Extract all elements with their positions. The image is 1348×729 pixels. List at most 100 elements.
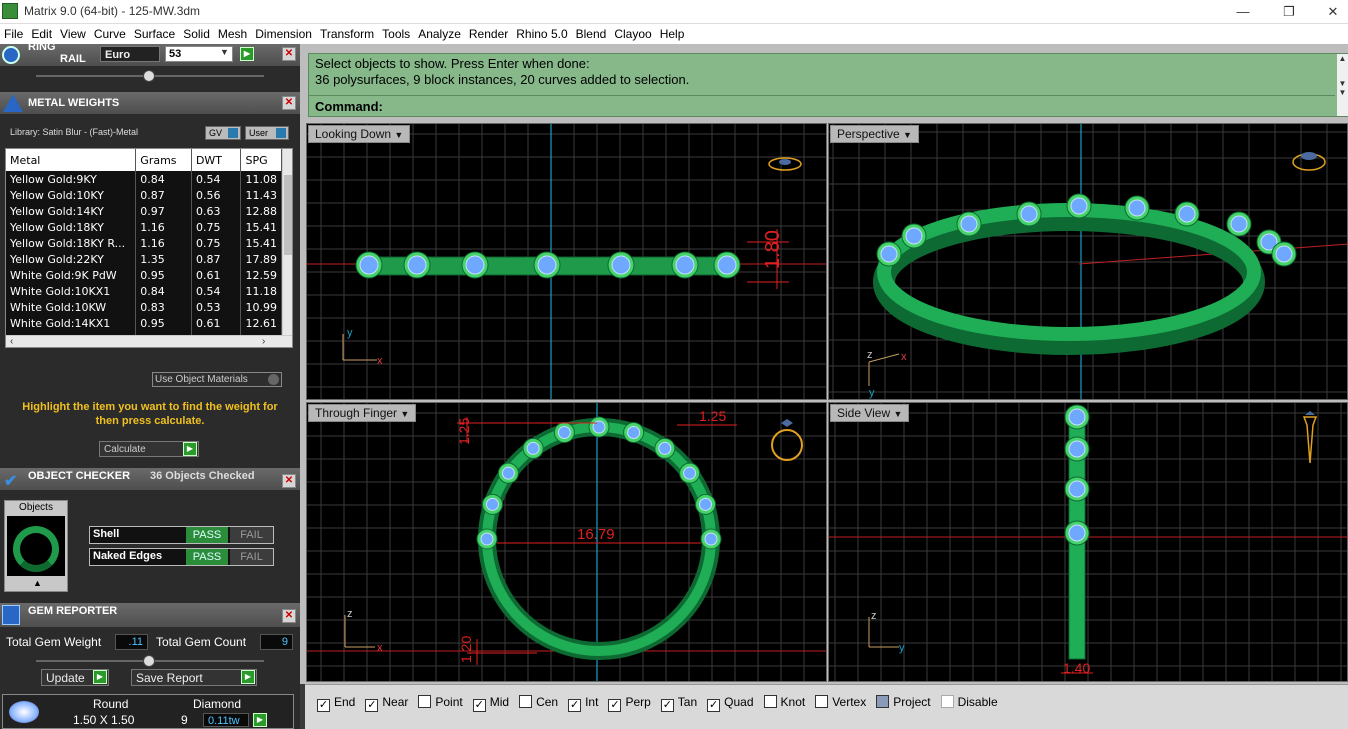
- close-gem-reporter-button[interactable]: ✕: [282, 609, 296, 623]
- snap-quad[interactable]: ✓ Quad: [707, 694, 754, 712]
- close-button[interactable]: ✕: [1310, 0, 1348, 24]
- snap-near[interactable]: ✓ Near: [365, 694, 408, 712]
- shell-fail-button[interactable]: FAIL: [230, 527, 273, 543]
- table-row[interactable]: Yellow Gold:14KY 0.97 0.63 12.88: [6, 203, 282, 219]
- viewport-through-finger[interactable]: 16.79 1.25 1.25 1.20 z x Through Finger …: [306, 402, 827, 682]
- close-metal-weights-button[interactable]: ✕: [282, 96, 296, 110]
- menu-blend[interactable]: Blend: [572, 24, 611, 44]
- checkbox-icon[interactable]: [815, 695, 829, 708]
- menu-dimension[interactable]: Dimension: [251, 24, 316, 44]
- chevron-left-icon[interactable]: ‹: [10, 336, 13, 347]
- close-object-checker-button[interactable]: ✕: [282, 474, 296, 488]
- naked-edges-fail-button[interactable]: FAIL: [230, 549, 273, 565]
- table-row[interactable]: White Gold:14KX1 0.95 0.61 12.61: [6, 315, 282, 331]
- scroll-thumb[interactable]: [284, 175, 292, 255]
- checkbox-icon[interactable]: [876, 695, 890, 708]
- menu-file[interactable]: File: [0, 24, 27, 44]
- gem-row[interactable]: Round 1.50 X 1.50 Diamond 9 0.11tw ▶: [2, 694, 294, 729]
- vertical-scrollbar[interactable]: [282, 149, 292, 335]
- command-prompt[interactable]: Command:: [315, 99, 383, 114]
- table-row[interactable]: Yellow Gold:22KY 1.35 0.87 17.89: [6, 251, 282, 267]
- table-row[interactable]: White Gold:10KX1 0.84 0.54 11.18: [6, 283, 282, 299]
- checkbox-icon[interactable]: [418, 695, 432, 708]
- checkbox-icon[interactable]: [940, 695, 954, 708]
- chevron-up-icon[interactable]: ▲: [33, 578, 42, 588]
- naked-edges-pass-button[interactable]: PASS: [186, 549, 228, 565]
- snap-cen[interactable]: Cen: [519, 694, 558, 710]
- viewport-label-through-finger[interactable]: Through Finger ▼: [308, 404, 417, 422]
- objects-preview[interactable]: Objects ▲: [4, 500, 68, 592]
- chevron-down-icon[interactable]: ▼: [1337, 88, 1348, 97]
- menu-transform[interactable]: Transform: [316, 24, 378, 44]
- apply-size-button[interactable]: ▶: [240, 47, 254, 61]
- use-object-materials-toggle[interactable]: Use Object Materials: [152, 372, 282, 387]
- checkbox-icon[interactable]: ✓: [660, 699, 674, 712]
- checkbox-icon[interactable]: [763, 695, 777, 708]
- table-row[interactable]: Yellow Gold:18KY 1.16 0.75 15.41: [6, 219, 282, 235]
- viewport-label-side-view[interactable]: Side View ▼: [830, 404, 910, 422]
- checkbox-icon[interactable]: ✓: [568, 699, 582, 712]
- menu-view[interactable]: View: [56, 24, 90, 44]
- table-cell: 0.54: [191, 171, 242, 187]
- snap-end[interactable]: ✓ End: [317, 694, 355, 712]
- snap-vertex[interactable]: Vertex: [815, 694, 866, 710]
- menu-clayoo[interactable]: Clayoo: [610, 24, 655, 44]
- play-icon[interactable]: ▶: [253, 713, 267, 727]
- viewport-side-view[interactable]: 1.40 z y Side View ▼: [828, 402, 1348, 682]
- update-button[interactable]: Update ▶: [41, 669, 109, 686]
- size-system-field[interactable]: Euro: [100, 46, 160, 62]
- col-grams[interactable]: Grams: [135, 149, 192, 171]
- viewport-label-perspective[interactable]: Perspective ▼: [830, 125, 919, 143]
- table-row[interactable]: White Gold:10KW 0.83 0.53 10.99: [6, 299, 282, 315]
- snap-project[interactable]: Project: [876, 694, 931, 710]
- table-row[interactable]: Yellow Gold:10KY 0.87 0.56 11.43: [6, 187, 282, 203]
- menu-surface[interactable]: Surface: [130, 24, 179, 44]
- close-ring-rail-button[interactable]: ✕: [282, 47, 296, 61]
- minimize-button[interactable]: —: [1220, 0, 1266, 24]
- table-row[interactable]: Yellow Gold:9KY 0.84 0.54 11.08: [6, 171, 282, 187]
- checkbox-icon[interactable]: ✓: [707, 699, 721, 712]
- menu-rhino5[interactable]: Rhino 5.0: [512, 24, 571, 44]
- col-dwt[interactable]: DWT: [191, 149, 242, 171]
- snap-disable[interactable]: Disable: [940, 694, 998, 710]
- ring-rail-title-2: RAIL: [60, 53, 86, 65]
- table-row[interactable]: Yellow Gold:18KY R... 1.16 0.75 15.41: [6, 235, 282, 251]
- slider-handle[interactable]: [143, 70, 155, 82]
- viewport-looking-down[interactable]: 1.80 y x Looking Down ▼: [306, 123, 827, 400]
- table-row[interactable]: White Gold:9K PdW 0.95 0.61 12.59: [6, 267, 282, 283]
- snap-knot[interactable]: Knot: [763, 694, 805, 710]
- chevron-up-icon[interactable]: ▲: [1337, 54, 1348, 63]
- checkbox-icon[interactable]: [519, 695, 533, 708]
- chevron-down-icon[interactable]: ▼: [1337, 79, 1348, 88]
- checkbox-icon[interactable]: ✓: [608, 699, 622, 712]
- viewport-perspective[interactable]: z x y Perspective ▼: [828, 123, 1348, 400]
- checkbox-icon[interactable]: ✓: [472, 699, 486, 712]
- snap-point[interactable]: Point: [418, 694, 463, 710]
- menu-tools[interactable]: Tools: [378, 24, 414, 44]
- menu-solid[interactable]: Solid: [179, 24, 214, 44]
- menu-curve[interactable]: Curve: [90, 24, 130, 44]
- menu-mesh[interactable]: Mesh: [214, 24, 251, 44]
- user-toggle[interactable]: User: [245, 126, 289, 140]
- horizontal-scrollbar[interactable]: ‹ ›: [6, 335, 292, 347]
- menu-help[interactable]: Help: [656, 24, 689, 44]
- snap-perp[interactable]: ✓ Perp: [608, 694, 651, 712]
- gem-slider-handle[interactable]: [143, 655, 155, 667]
- shell-pass-button[interactable]: PASS: [186, 527, 228, 543]
- chevron-right-icon[interactable]: ›: [262, 336, 265, 347]
- snap-tan[interactable]: ✓ Tan: [660, 694, 697, 712]
- calculate-button[interactable]: Calculate ▶: [99, 441, 199, 457]
- save-report-button[interactable]: Save Report ▶: [131, 669, 257, 686]
- col-spg[interactable]: SPG: [240, 149, 282, 171]
- gv-toggle[interactable]: GV: [205, 126, 241, 140]
- checkbox-icon[interactable]: ✓: [365, 699, 379, 712]
- viewport-label-looking-down[interactable]: Looking Down ▼: [308, 125, 411, 143]
- snap-int[interactable]: ✓ Int: [568, 694, 598, 712]
- checkbox-icon[interactable]: ✓: [317, 699, 330, 712]
- snap-mid[interactable]: ✓ Mid: [472, 694, 509, 712]
- command-scrollbar[interactable]: ▲ ▼ ▼: [1337, 54, 1348, 116]
- menu-analyze[interactable]: Analyze: [414, 24, 465, 44]
- maximize-button[interactable]: ❐: [1266, 0, 1312, 24]
- menu-render[interactable]: Render: [465, 24, 512, 44]
- col-metal[interactable]: Metal: [6, 149, 137, 171]
